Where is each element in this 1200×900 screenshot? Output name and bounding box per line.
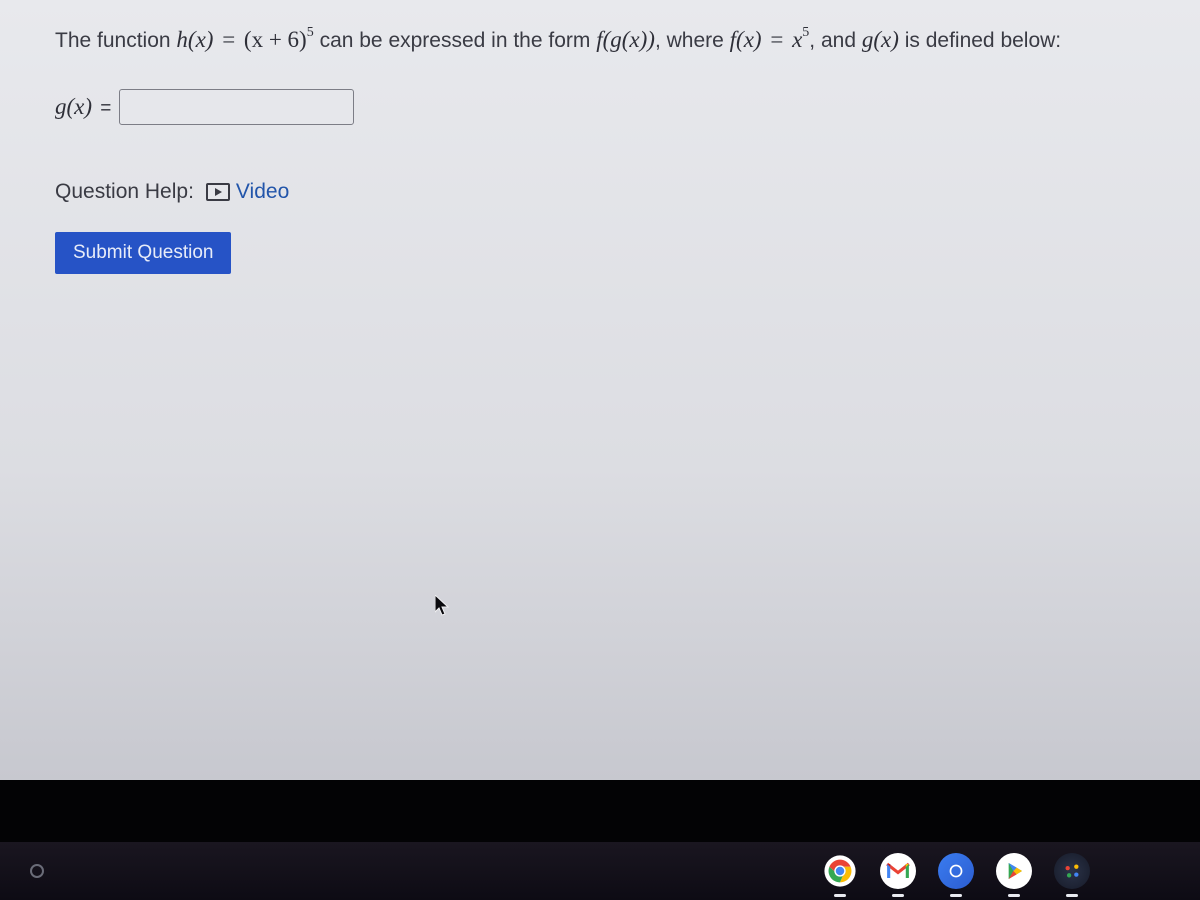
text-prefix: The function xyxy=(55,29,176,52)
active-indicator xyxy=(950,894,962,897)
text-mid2: , where xyxy=(655,29,730,52)
active-indicator xyxy=(892,894,904,897)
play-store-app-icon[interactable] xyxy=(996,853,1032,889)
text-mid1: can be expressed in the form xyxy=(320,29,597,52)
active-indicator xyxy=(1066,894,1078,897)
video-play-icon xyxy=(206,183,230,201)
submit-question-button[interactable]: Submit Question xyxy=(55,232,231,274)
text-suffix: is defined below: xyxy=(899,29,1061,52)
question-prompt: The function h(x) = (x + 6)5 can be expr… xyxy=(55,20,1145,59)
math-h-lhs: h(x) = (x + 6)5 xyxy=(176,27,313,52)
files-app-icon[interactable] xyxy=(938,853,974,889)
text-mid3: , and xyxy=(809,29,862,52)
math-g: g(x) xyxy=(862,27,899,52)
taskbar-icons xyxy=(822,853,1090,889)
answer-label: g(x) = xyxy=(55,94,111,120)
math-fgx: f(g(x)) xyxy=(596,27,655,52)
settings-app-icon[interactable] xyxy=(1054,853,1090,889)
question-help-row: Question Help: Video xyxy=(55,180,1145,204)
active-indicator xyxy=(834,894,846,897)
answer-row: g(x) = xyxy=(55,89,1145,125)
screen-bezel xyxy=(0,780,1200,842)
video-help-link[interactable]: Video xyxy=(206,180,289,204)
mouse-cursor-icon xyxy=(435,595,451,622)
active-indicator xyxy=(1008,894,1020,897)
help-label: Question Help: xyxy=(55,180,194,204)
question-panel: The function h(x) = (x + 6)5 can be expr… xyxy=(0,0,1200,780)
taskbar xyxy=(0,842,1200,900)
chrome-app-icon[interactable] xyxy=(822,853,858,889)
math-f: f(x) = x5 xyxy=(730,27,810,52)
answer-input[interactable] xyxy=(119,89,354,125)
taskbar-left xyxy=(30,864,44,878)
launcher-button[interactable] xyxy=(30,864,44,878)
gmail-app-icon[interactable] xyxy=(880,853,916,889)
